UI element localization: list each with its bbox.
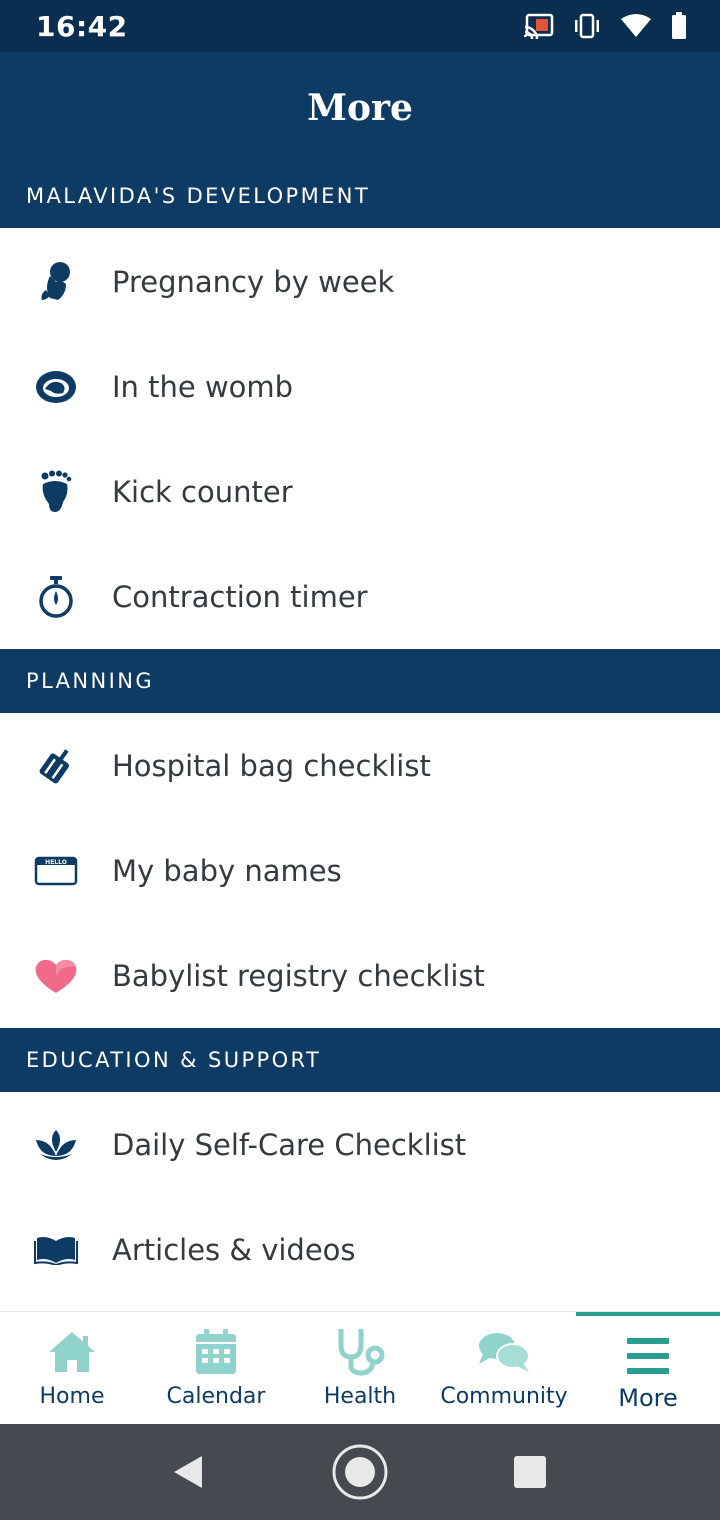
nav-community[interactable]: Community [432,1312,576,1425]
womb-icon [30,361,82,413]
vibrate-icon [572,13,602,44]
fetus-icon [30,256,82,308]
battery-icon [670,12,688,45]
recents-icon[interactable] [513,1455,547,1494]
nav-label: Community [440,1384,568,1409]
nav-home[interactable]: Home [0,1312,144,1425]
menu-item-label: Articles & videos [112,1232,356,1267]
section-header-label: PLANNING [26,669,155,693]
nav-label: Home [39,1384,105,1409]
menu-item-label: Pregnancy by week [112,264,395,299]
menu-item-label: My baby names [112,853,342,888]
nav-label: Health [323,1384,397,1409]
lotus-icon [30,1119,82,1171]
menu-icon [576,1330,720,1382]
section-header-education-support: EDUCATION & SUPPORT [0,1028,720,1092]
menu-item-pregnancy-by-week[interactable]: Pregnancy by week [0,229,720,334]
menu-item-hospital-bag-checklist[interactable]: Hospital bag checklist [0,713,720,818]
status-time: 16:42 [36,10,128,43]
menu-item-label: Kick counter [112,474,293,509]
system-navigation-bar [0,1424,720,1520]
bottom-navigation: Home Calendar Health Community More [0,1311,720,1425]
menu-item-label: Daily Self-Care Checklist [112,1127,467,1162]
page-title: More [307,87,413,129]
cast-icon [523,13,554,44]
app-bar: More [0,52,720,164]
back-icon[interactable] [170,1454,206,1495]
suitcase-icon [30,740,82,792]
stopwatch-icon [30,571,82,623]
section-header-label: MALAVIDA'S DEVELOPMENT [26,184,371,208]
stethoscope-icon [288,1326,432,1378]
menu-item-daily-self-care-checklist[interactable]: Daily Self-Care Checklist [0,1092,720,1197]
nav-health[interactable]: Health [288,1312,432,1425]
name-tag-icon: HELLO [30,845,82,897]
menu-item-in-the-womb[interactable]: In the womb [0,334,720,439]
nav-calendar[interactable]: Calendar [144,1312,288,1425]
section-header-label: EDUCATION & SUPPORT [26,1048,322,1072]
menu-item-contraction-timer[interactable]: Contraction timer [0,544,720,649]
chat-bubbles-icon [432,1326,576,1378]
menu-item-my-baby-names[interactable]: HELLO My baby names [0,818,720,923]
menu-item-kick-counter[interactable]: Kick counter [0,439,720,544]
section-header-development: MALAVIDA'S DEVELOPMENT [0,164,720,228]
section-header-planning: PLANNING [0,649,720,713]
status-bar: 16:42 [0,0,720,52]
home-icon [0,1326,144,1378]
menu-item-label: Babylist registry checklist [112,958,485,993]
nav-more[interactable]: More [576,1312,720,1425]
home-button-icon[interactable] [331,1443,389,1506]
menu-item-babylist-registry-checklist[interactable]: Babylist registry checklist [0,923,720,1028]
nav-label: Calendar [166,1384,266,1409]
nav-label: More [618,1384,678,1412]
name-tag-text: HELLO [45,858,67,866]
book-icon [30,1224,82,1276]
menu-item-label: Hospital bag checklist [112,748,431,783]
menu-item-label: Contraction timer [112,579,368,614]
status-icons [523,12,688,45]
menu-item-articles-videos[interactable]: Articles & videos [0,1197,720,1302]
heart-icon [30,950,82,1002]
wifi-icon [620,13,652,44]
footprint-icon [30,466,82,518]
menu-item-label: In the womb [112,369,294,404]
calendar-icon [144,1326,288,1378]
